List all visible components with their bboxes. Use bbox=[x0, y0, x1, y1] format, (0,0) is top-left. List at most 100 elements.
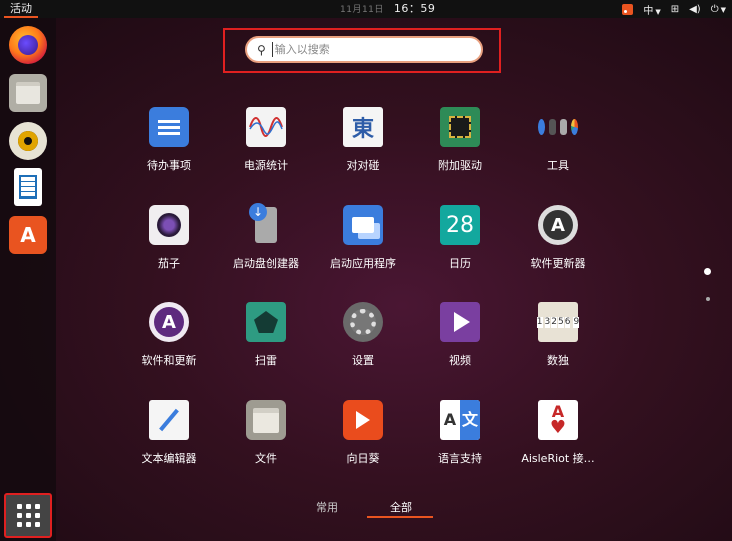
rss-icon[interactable] bbox=[622, 3, 634, 15]
app-settings[interactable]: 设置 bbox=[313, 302, 413, 368]
search-input[interactable] bbox=[271, 42, 467, 57]
input-method-indicator[interactable]: 中 ▼ bbox=[643, 2, 660, 17]
activities-button[interactable]: 活动 bbox=[4, 0, 38, 18]
language-support-icon: A 文 bbox=[440, 400, 480, 440]
arrow-icon bbox=[356, 411, 370, 429]
app-label: 附加驱动 bbox=[438, 159, 482, 172]
settings-icon bbox=[343, 302, 383, 342]
heart-icon: ♥ bbox=[549, 417, 567, 438]
calendar-day: 28 bbox=[446, 212, 474, 238]
folder-icon bbox=[16, 82, 40, 104]
app-usb-creator[interactable]: ↓ 启动盘创建器 bbox=[216, 203, 316, 271]
software-updater-icon: A bbox=[538, 205, 578, 245]
firefox-icon[interactable] bbox=[9, 26, 47, 64]
app-calendar[interactable]: 28 日历 bbox=[410, 205, 510, 271]
search-icon: ⚲ bbox=[257, 42, 266, 57]
ubuntu-software-icon[interactable]: A bbox=[9, 216, 47, 254]
bag-icon: A bbox=[20, 223, 36, 247]
folder-icon bbox=[253, 407, 279, 433]
mines-icon bbox=[246, 302, 286, 342]
app-label: 启动盘创建器 bbox=[233, 257, 299, 270]
app-mines[interactable]: 扫雷 bbox=[216, 302, 316, 368]
videos-icon bbox=[440, 302, 480, 342]
chip-icon bbox=[449, 116, 471, 138]
power-icon[interactable]: ⏻ ▼ bbox=[711, 4, 726, 15]
app-startup-applications[interactable]: 启动应用程序 bbox=[313, 205, 413, 271]
sudoku-cell: 9 bbox=[573, 316, 580, 328]
show-applications-button[interactable] bbox=[4, 493, 52, 538]
software-updater-glyph: A bbox=[543, 210, 573, 240]
app-label: 软件和更新 bbox=[141, 354, 197, 367]
tab-all[interactable]: 全部 bbox=[390, 499, 412, 515]
window-icon bbox=[352, 217, 374, 233]
rhythmbox-icon[interactable] bbox=[9, 122, 47, 160]
top-bar: 活动 11月11日 16：59 中 ▼ ⊞ ◀) ⏻ ▼ bbox=[0, 0, 732, 18]
gear-icon bbox=[350, 309, 376, 335]
sudoku-cell: 6 bbox=[564, 316, 571, 328]
sudoku-cell: 1 bbox=[536, 316, 543, 328]
camera-lens-icon bbox=[157, 213, 181, 237]
play-icon bbox=[454, 312, 470, 332]
volume-icon[interactable]: ◀) bbox=[689, 4, 701, 15]
app-label: 扫雷 bbox=[255, 354, 277, 367]
disk-usage-icon bbox=[571, 119, 578, 135]
help-icon bbox=[538, 119, 545, 135]
app-label: 茄子 bbox=[158, 257, 180, 270]
app-label: 文本编辑器 bbox=[141, 452, 197, 465]
libreoffice-writer-icon[interactable] bbox=[14, 168, 42, 206]
sudoku-cell: 3 bbox=[544, 316, 551, 328]
clock-time: 16：59 bbox=[393, 2, 436, 15]
power-statistics-icon bbox=[246, 107, 286, 147]
network-icon[interactable]: ⊞ bbox=[671, 4, 679, 15]
software-properties-glyph: A bbox=[154, 307, 184, 337]
app-label: 对对碰 bbox=[346, 159, 380, 172]
app-utilities-folder[interactable]: 工具 bbox=[508, 107, 608, 173]
pen-icon bbox=[159, 408, 179, 432]
files-icon bbox=[246, 400, 286, 440]
utilities-folder-icon bbox=[538, 107, 578, 147]
clock[interactable]: 11月11日 16：59 bbox=[340, 0, 435, 18]
character-map-icon: 東 bbox=[343, 107, 383, 147]
download-arrow-icon: ↓ bbox=[249, 203, 267, 221]
text-editor-icon bbox=[149, 400, 189, 440]
app-sunlogin[interactable]: 向日葵 bbox=[313, 400, 413, 466]
app-cheese[interactable]: 茄子 bbox=[119, 205, 219, 271]
files-icon[interactable] bbox=[9, 74, 47, 112]
terminal-icon bbox=[549, 119, 556, 135]
screenshot-icon bbox=[560, 119, 567, 135]
app-character-map[interactable]: 東 对对碰 bbox=[313, 107, 413, 173]
app-label: AisleRiot 接… bbox=[521, 452, 595, 465]
page-indicator[interactable] bbox=[706, 297, 710, 301]
app-power-statistics[interactable]: 电源统计 bbox=[216, 107, 316, 173]
aisleriot-icon: A ♥ bbox=[538, 400, 578, 440]
search-box[interactable]: ⚲ bbox=[245, 36, 483, 63]
app-files[interactable]: 文件 bbox=[216, 400, 316, 466]
startup-applications-icon bbox=[343, 205, 383, 245]
app-language-support[interactable]: A 文 语言支持 bbox=[410, 400, 510, 466]
sudoku-cell: 2 bbox=[551, 316, 557, 328]
app-software-updater[interactable]: A 软件更新器 bbox=[508, 205, 608, 271]
page-indicator-active[interactable] bbox=[704, 268, 711, 275]
system-tray: 中 ▼ ⊞ ◀) ⏻ ▼ bbox=[622, 0, 726, 18]
app-sudoku[interactable]: 1 3 2 5 6 9 数独 bbox=[508, 302, 608, 368]
app-text-editor[interactable]: 文本编辑器 bbox=[119, 400, 219, 466]
speaker-icon bbox=[18, 131, 38, 151]
app-aisleriot[interactable]: A ♥ AisleRiot 接… bbox=[508, 400, 608, 466]
app-label: 设置 bbox=[352, 354, 374, 367]
input-method-label: 中 bbox=[643, 5, 654, 17]
app-label: 文件 bbox=[255, 452, 277, 465]
app-label: 电源统计 bbox=[244, 159, 288, 172]
app-additional-drivers[interactable]: 附加驱动 bbox=[410, 107, 510, 173]
document-icon bbox=[19, 175, 37, 199]
software-properties-icon: A bbox=[149, 302, 189, 342]
app-label: 待办事项 bbox=[147, 159, 191, 172]
app-videos[interactable]: 视频 bbox=[410, 302, 510, 368]
app-software-properties[interactable]: A 软件和更新 bbox=[119, 302, 219, 368]
app-label: 软件更新器 bbox=[530, 257, 586, 270]
usb-creator-icon: ↓ bbox=[246, 203, 286, 245]
sudoku-cell: 5 bbox=[558, 316, 564, 328]
dock: A bbox=[0, 18, 56, 541]
grid-icon bbox=[16, 504, 40, 527]
app-todo[interactable]: 待办事项 bbox=[119, 107, 219, 173]
tab-frequent[interactable]: 常用 bbox=[316, 499, 338, 515]
